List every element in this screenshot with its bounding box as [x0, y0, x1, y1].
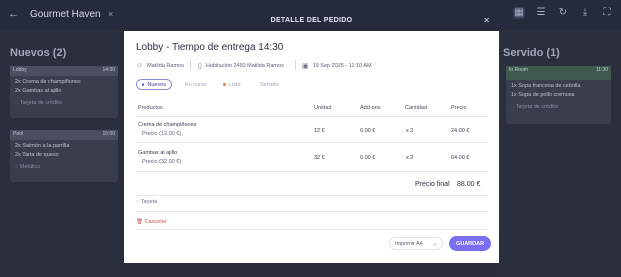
cancel-label: Cancelar — [144, 219, 167, 225]
tab-label: Listo — [229, 81, 241, 88]
quantity: x 2 — [406, 155, 414, 161]
divider — [295, 60, 296, 70]
divider — [136, 116, 488, 117]
tab-nuevos[interactable]: Nuevos — [136, 79, 172, 90]
quantity: x 2 — [406, 128, 414, 134]
close-icon[interactable]: × — [108, 9, 113, 19]
fullscreen-icon[interactable]: ⛶ — [601, 7, 613, 19]
order-date: 19 Sep 2025 - 11:10 AM — [312, 63, 372, 69]
unit-price: 12 € — [314, 128, 325, 134]
chevron-down-icon: ⌄ — [432, 240, 437, 247]
addons: 0.00 € — [360, 128, 376, 134]
product-price: Precio (32.00 €) — [142, 159, 182, 165]
order-title: Lobby - Tiempo de entrega 14:30 — [136, 42, 284, 53]
column-header: Unidad — [314, 105, 332, 111]
line-price: 64.00 € — [451, 155, 470, 161]
card-location: Pool — [13, 131, 24, 137]
order-card[interactable]: In Room 11:30 1x Sopa francesa de cebolla… — [506, 66, 611, 124]
tab-listo[interactable]: Listo — [218, 79, 246, 90]
customer-name: Matilda Ramos — [147, 62, 184, 69]
divider — [136, 229, 488, 230]
column-title: Nuevos (2) — [10, 47, 67, 59]
close-icon[interactable]: ✕ — [483, 16, 490, 25]
print-label: Imprimir A4 — [395, 240, 423, 247]
date-info: ▣ 19 Sep 2025 - 11:10 AM — [302, 62, 372, 70]
column-title: Servido (1) — [503, 47, 560, 59]
column-header: Cantidad — [405, 105, 428, 111]
cancel-button[interactable]: 🗑 Cancelar — [136, 219, 167, 225]
tab-label: Nuevos — [147, 81, 166, 88]
unit-price: 32 € — [314, 155, 325, 161]
card-item: 1x Sopa francesa de cebolla — [511, 83, 581, 89]
column-header: Precio — [451, 105, 467, 111]
status-dot — [223, 83, 226, 86]
arrow-left-icon[interactable]: ← — [8, 8, 19, 20]
card-time: 14:30 — [102, 67, 115, 73]
divider — [136, 195, 488, 196]
grid-icon[interactable]: ▦ — [513, 7, 525, 19]
card-location: Lobby — [13, 67, 27, 73]
order-detail-modal: Lobby - Tiempo de entrega 14:30 ☺ Matild… — [124, 31, 499, 263]
order-card[interactable]: Pool 15:00 2x Salmón a la parrilla 2x Tar… — [10, 130, 118, 182]
download-icon[interactable]: ⤓ — [579, 7, 591, 19]
room-text: Habitación 2450 Matilda Ramos — [205, 63, 284, 69]
card-location: In Room — [509, 67, 528, 73]
card-time: 15:00 — [102, 131, 115, 137]
column-new: Nuevos (2) Lobby 14:30 2x Crema de champi… — [0, 30, 120, 277]
card-time: 11:30 — [595, 67, 608, 73]
card-item: 2x Crema de champiñones — [15, 79, 81, 85]
divider — [136, 142, 488, 143]
header-actions: ▦ ☰ ↻ ⤓ ⛶ — [513, 7, 613, 19]
total-label: Precio final — [415, 181, 450, 188]
card-item: 2x Tarta de queso — [15, 152, 59, 158]
list-icon[interactable]: ☰ — [535, 7, 547, 19]
divider — [136, 171, 488, 172]
card-payment: Metálico — [19, 164, 41, 170]
line-price: 24.00 € — [451, 128, 470, 134]
refresh-icon[interactable]: ↻ — [557, 7, 569, 19]
tab-label: En curso — [185, 81, 207, 88]
customer-info: ☺ Matilda Ramos — [136, 62, 184, 69]
trash-icon: 🗑 — [136, 219, 145, 225]
payment-method[interactable]: ◌ Tarjeta — [136, 199, 157, 205]
column-header: Productos — [138, 105, 163, 111]
card-item: 1x Sopa de pollo cremosa — [511, 92, 575, 98]
print-select[interactable]: Imprimir A4 ⌄ — [389, 237, 443, 250]
app-title: Gourmet Haven — [30, 9, 101, 20]
product-name: Crema de champiñones — [138, 122, 197, 128]
card-item: 2x Gambas al ajillo — [15, 88, 62, 94]
save-button[interactable]: GUARDAR — [449, 236, 491, 251]
column-header: Add-ons — [360, 105, 381, 111]
room-icon: ▯ — [198, 63, 202, 70]
payment-label: Tarjeta — [140, 199, 158, 205]
divider — [136, 211, 488, 212]
tab-label: Servido — [260, 81, 279, 88]
calendar-icon: ▣ — [302, 63, 309, 70]
product-name: Gambas al ajillo — [138, 150, 178, 156]
card-payment: Tarjeta de crédito — [19, 100, 62, 106]
card-payment: Tarjeta de crédito — [515, 104, 558, 110]
order-card[interactable]: Lobby 14:30 2x Crema de champiñones 2x Ga… — [10, 66, 118, 118]
total-value: 88.00 € — [457, 181, 481, 188]
addons: 0.00 € — [360, 155, 376, 161]
product-price: Precio (12.00 €) — [142, 131, 182, 137]
tab-en-curso[interactable]: En curso — [180, 79, 212, 90]
person-icon: ☺ — [136, 62, 144, 69]
card-item: 2x Salmón a la parrilla — [15, 143, 70, 149]
divider — [190, 60, 191, 70]
status-dot — [142, 83, 145, 86]
modal-title: DETALLE DEL PEDIDO — [270, 17, 353, 24]
tab-servido[interactable]: Servido — [255, 79, 284, 90]
room-info: ▯ Habitación 2450 Matilda Ramos — [198, 62, 284, 70]
column-served: Servido (1) In Room 11:30 1x Sopa frances… — [498, 30, 621, 277]
modal-header: DETALLE DEL PEDIDO ✕ — [124, 11, 499, 31]
